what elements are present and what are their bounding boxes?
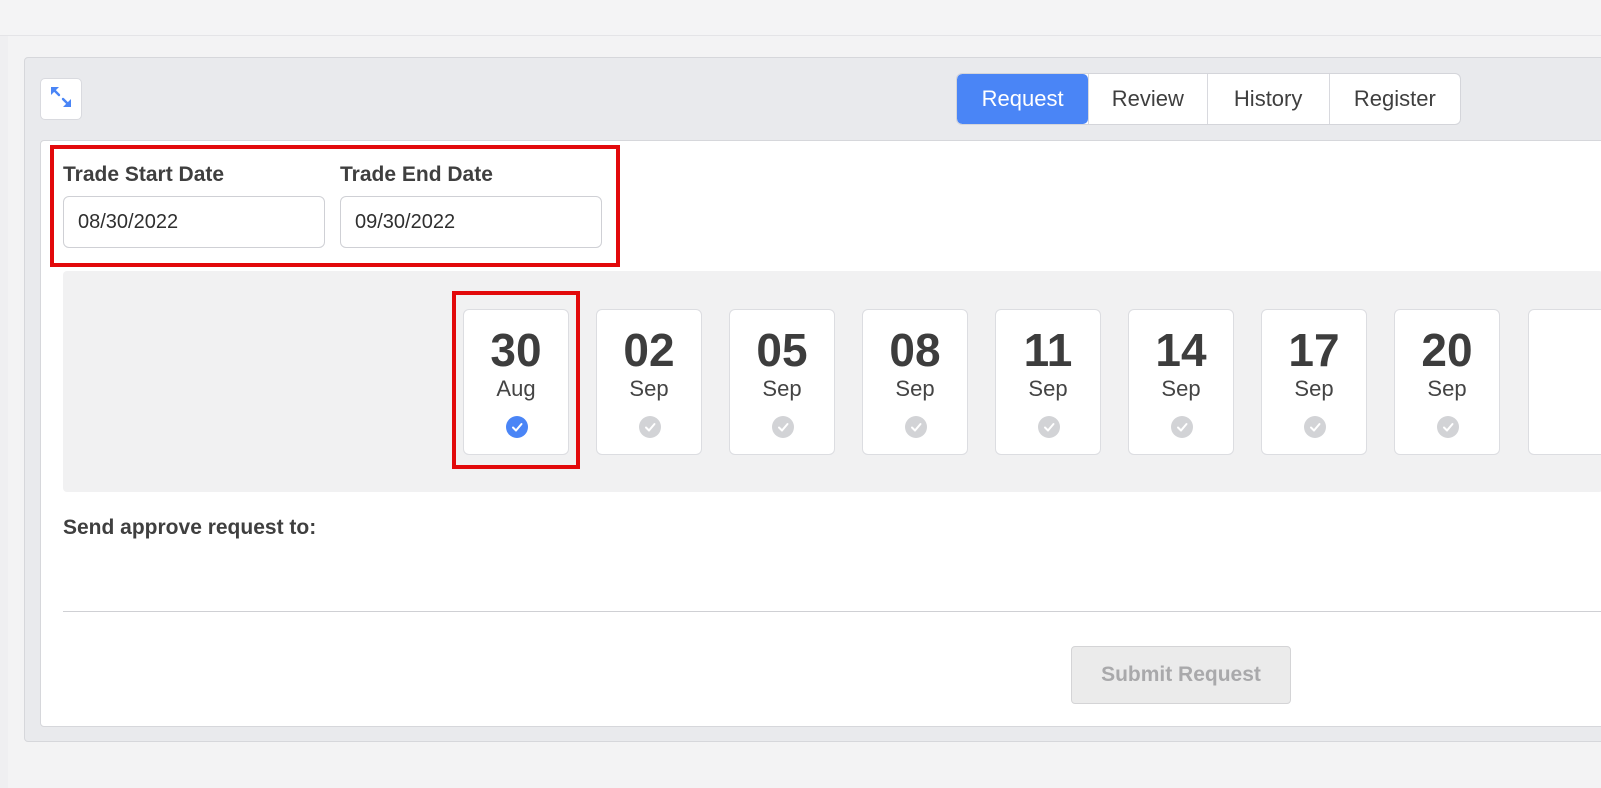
expand-button[interactable] xyxy=(40,78,82,120)
date-strip: 30 Aug 02 Sep 05 Sep 08 Sep 11 Sep 14 Se… xyxy=(63,271,1601,492)
day-card[interactable]: 08 Sep xyxy=(862,309,968,455)
day-card[interactable]: 2 S xyxy=(1528,309,1601,455)
day-month: S xyxy=(1529,376,1601,402)
day-card[interactable]: 14 Sep xyxy=(1128,309,1234,455)
check-icon xyxy=(1304,416,1326,438)
check-icon xyxy=(772,416,794,438)
day-number: 05 xyxy=(756,324,808,376)
check-icon xyxy=(639,416,661,438)
day-month: Sep xyxy=(1427,376,1467,401)
day-month: Sep xyxy=(762,376,802,401)
day-number: 17 xyxy=(1288,324,1340,376)
check-icon xyxy=(1038,416,1060,438)
day-month: Sep xyxy=(629,376,669,401)
day-card[interactable]: 11 Sep xyxy=(995,309,1101,455)
day-number: 2 xyxy=(1529,324,1601,376)
tab-request[interactable]: Request xyxy=(957,74,1089,124)
day-card[interactable]: 05 Sep xyxy=(729,309,835,455)
submit-request-button[interactable]: Submit Request xyxy=(1071,646,1291,704)
tab-register[interactable]: Register xyxy=(1328,74,1460,124)
check-icon xyxy=(1171,416,1193,438)
top-bar xyxy=(0,0,1601,36)
tab-review[interactable]: Review xyxy=(1088,74,1206,124)
check-icon xyxy=(905,416,927,438)
day-card[interactable]: 20 Sep xyxy=(1394,309,1500,455)
check-icon xyxy=(1437,416,1459,438)
day-number: 20 xyxy=(1421,324,1473,376)
day-card[interactable]: 17 Sep xyxy=(1261,309,1367,455)
day-month: Sep xyxy=(895,376,935,401)
selected-day-highlight xyxy=(452,291,580,469)
day-number: 08 xyxy=(889,324,941,376)
date-range-highlight xyxy=(50,145,620,267)
send-approve-label: Send approve request to: xyxy=(63,516,317,539)
day-month: Sep xyxy=(1161,376,1201,401)
expand-icon xyxy=(48,84,74,115)
left-strip xyxy=(0,36,8,788)
day-number: 02 xyxy=(623,324,675,376)
tab-bar: Request Review History Register xyxy=(956,73,1461,125)
tab-history[interactable]: History xyxy=(1206,74,1329,124)
day-number: 11 xyxy=(1023,324,1073,376)
day-card[interactable]: 02 Sep xyxy=(596,309,702,455)
recipient-field-line[interactable] xyxy=(63,611,1601,612)
day-number: 14 xyxy=(1155,324,1207,376)
day-month: Sep xyxy=(1028,376,1068,401)
day-month: Sep xyxy=(1294,376,1334,401)
